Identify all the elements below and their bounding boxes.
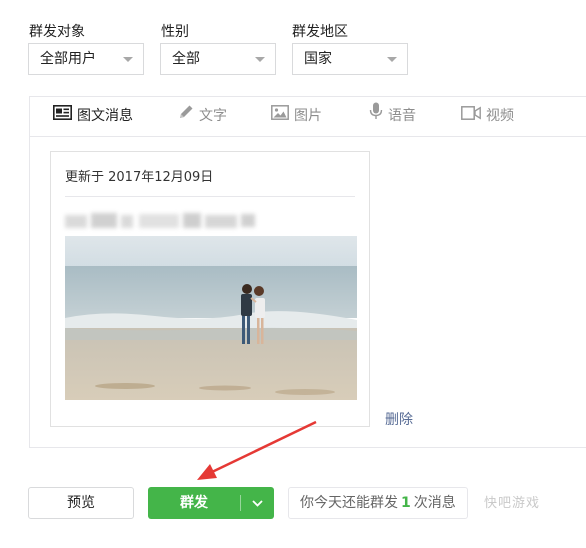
- preview-button[interactable]: 预览: [28, 487, 134, 519]
- send-button-label: 群发: [180, 495, 208, 511]
- send-button[interactable]: 群发: [148, 487, 274, 519]
- quota-count: 1: [401, 495, 411, 511]
- watermark: 快吧游戏: [484, 496, 541, 511]
- send-quota-notice: 你今天还能群发 1 次消息: [288, 487, 468, 519]
- quota-suffix: 次消息: [413, 495, 456, 511]
- send-options-dropdown[interactable]: [241, 487, 274, 519]
- quota-prefix: 你今天还能群发: [300, 495, 398, 511]
- chevron-down-icon: [252, 499, 263, 507]
- annotation-arrow: [197, 420, 317, 480]
